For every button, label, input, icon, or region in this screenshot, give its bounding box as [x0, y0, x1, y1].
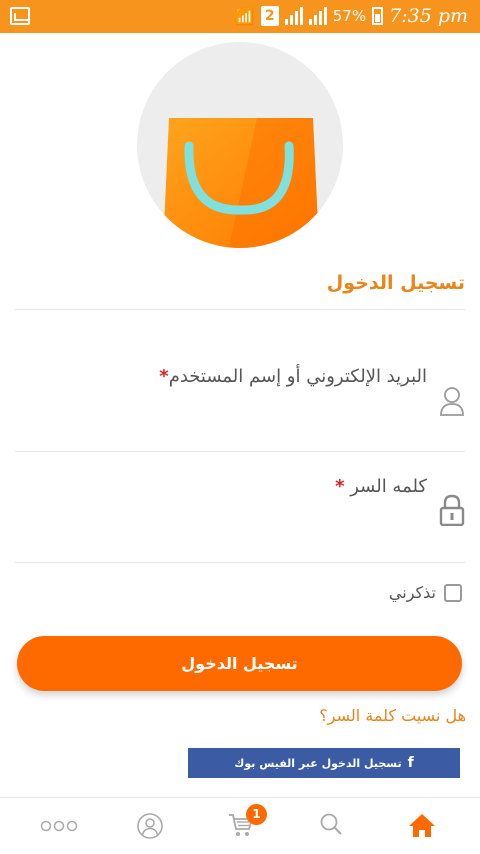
- login-button[interactable]: تسجيل الدخول: [17, 636, 462, 691]
- battery-icon: [372, 7, 384, 25]
- remember-checkbox[interactable]: [444, 583, 462, 602]
- app-logo: [137, 42, 343, 248]
- battery-percent: 57%: [332, 7, 367, 25]
- gallery-notification-icon: [10, 7, 30, 25]
- status-indicators: 📶 2 57% 7:35 pm: [235, 5, 468, 27]
- signal-icon-2: [308, 7, 327, 25]
- facebook-icon: f: [407, 755, 414, 771]
- username-label: البريد الإلكتروني أو إسم المستخدم*: [159, 366, 427, 387]
- facebook-login-button[interactable]: تسجيل الدخول عبر الفيس بوك f: [188, 748, 460, 778]
- signal-icon: [284, 7, 303, 25]
- search-button[interactable]: [319, 812, 343, 840]
- bottom-nav: 1: [0, 797, 480, 854]
- search-icon: [320, 813, 342, 835]
- more-icon: [40, 820, 78, 832]
- shopping-bag-icon: [163, 118, 319, 248]
- more-button[interactable]: [40, 818, 80, 837]
- cart-count-badge: 1: [246, 804, 267, 825]
- divider: [15, 309, 465, 310]
- username-field[interactable]: البريد الإلكتروني أو إسم المستخدم*: [15, 330, 465, 450]
- remember-me[interactable]: تذكرني: [389, 583, 462, 602]
- page-title: تسجيل الدخول: [326, 272, 465, 294]
- home-icon: [409, 814, 435, 837]
- forgot-password-link[interactable]: هل نسيت كلمة السر؟: [319, 706, 466, 725]
- sim-badge: 2: [260, 6, 279, 26]
- status-bar: 📶 2 57% 7:35 pm: [0, 0, 480, 33]
- wifi-icon: 📶: [234, 6, 255, 26]
- account-button[interactable]: [136, 812, 164, 844]
- lock-icon: [439, 494, 465, 526]
- divider: [15, 562, 465, 563]
- account-icon: [137, 813, 163, 839]
- facebook-login-label: تسجيل الدخول عبر الفيس بوك: [234, 756, 402, 770]
- remember-label: تذكرني: [388, 583, 436, 602]
- clock: 7:35 pm: [389, 5, 468, 27]
- cart-button[interactable]: 1: [228, 804, 267, 842]
- user-icon: [440, 387, 464, 416]
- divider: [15, 451, 465, 452]
- password-label: كلمه السر *: [335, 476, 427, 497]
- password-field[interactable]: كلمه السر *: [15, 460, 465, 560]
- home-button[interactable]: [408, 812, 436, 842]
